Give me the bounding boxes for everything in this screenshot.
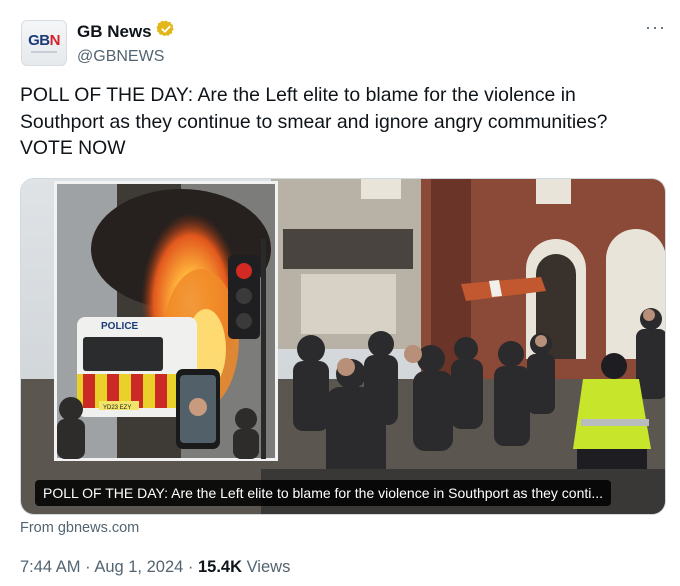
plate-label: YD23 EZY (103, 405, 131, 411)
avatar-logo: GBN (28, 32, 60, 49)
media-photo: POLICE YD23 EZY (21, 179, 665, 514)
avatar[interactable]: GBN (21, 20, 67, 66)
author-name-row[interactable]: GB News (77, 19, 176, 45)
timestamp-time[interactable]: 7:44 AM (20, 558, 81, 576)
meta-separator: · (183, 558, 198, 576)
handle[interactable]: @GBNEWS (77, 46, 176, 68)
views-count: 15.4K (197, 558, 243, 576)
inset-photo: POLICE YD23 EZY (54, 181, 278, 461)
avatar-subline (31, 51, 57, 53)
van-label: POLICE (101, 321, 139, 332)
display-name[interactable]: GB News (77, 21, 152, 43)
more-options-icon[interactable]: ··· (645, 18, 666, 36)
timestamp-date[interactable]: Aug 1, 2024 (94, 558, 183, 576)
verified-badge-icon (156, 19, 176, 45)
tweet-meta: 7:44 AM · Aug 1, 2024 · 15.4K Views (20, 558, 290, 577)
tweet-media[interactable]: POLICE YD23 EZY POLL OF THE DAY: Are the… (20, 178, 666, 515)
tweet-text: POLL OF THE DAY: Are the Left elite to b… (20, 84, 608, 159)
card-source-link[interactable]: From gbnews.com (20, 520, 139, 536)
media-caption: POLL OF THE DAY: Are the Left elite to b… (35, 480, 612, 506)
views-label: Views (242, 558, 291, 576)
meta-separator: · (80, 558, 95, 576)
author-block: GB News @GBNEWS (77, 19, 176, 68)
tweet-header: GBN GB News @GBNEWS ··· (21, 18, 666, 68)
